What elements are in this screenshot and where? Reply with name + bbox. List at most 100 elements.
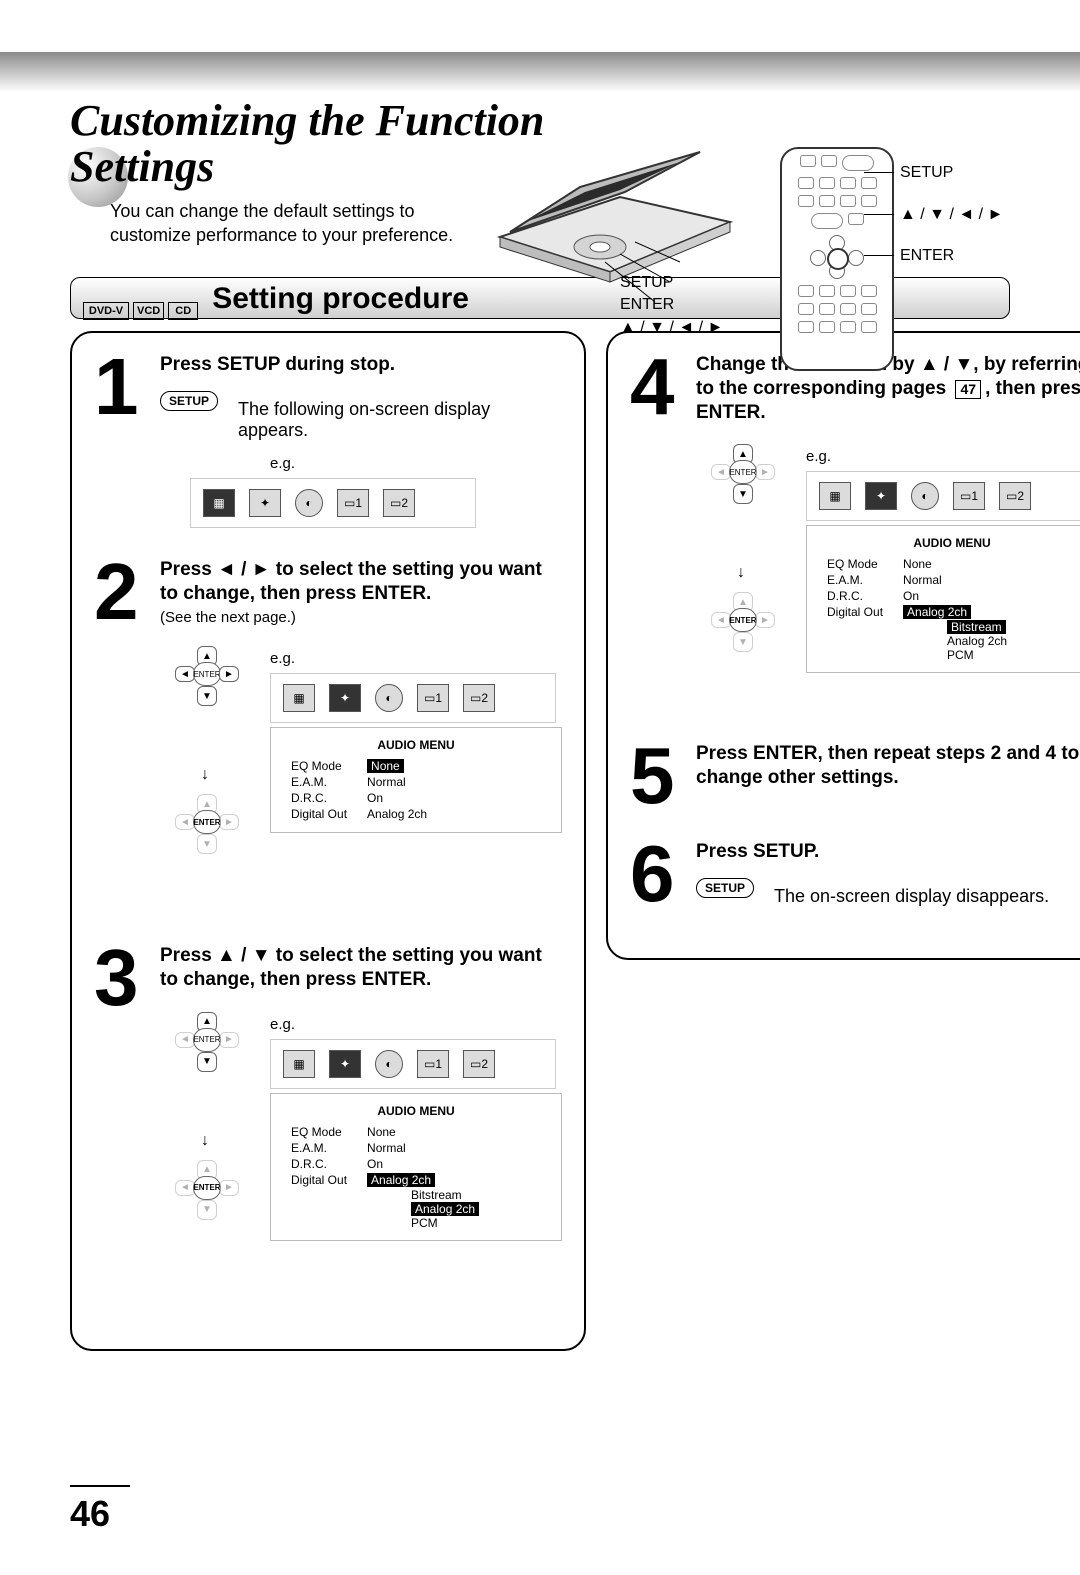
device-label-setup: SETUP bbox=[620, 272, 723, 294]
menu-icon: ▦ bbox=[203, 489, 235, 517]
step-6-number: 6 bbox=[630, 840, 684, 908]
intro-text: You can change the default settings to c… bbox=[110, 200, 490, 247]
arrow-down-icon bbox=[160, 766, 250, 784]
page-title: Customizing the Function Settings bbox=[70, 98, 1010, 190]
menu-key: E.A.M. bbox=[281, 774, 357, 790]
menu-icon: ▭2 bbox=[463, 684, 495, 712]
step-4-eg: e.g. bbox=[806, 448, 1080, 465]
menu-icon: ▭1 bbox=[337, 489, 369, 517]
page-reference: 47 bbox=[955, 380, 981, 400]
nav-cross-icon: ▲◄ ENTER ►▼ bbox=[165, 646, 245, 756]
menu-value-selected: None bbox=[367, 759, 404, 773]
device-label-arrows: ▲ / ▼ / ◄ / ► bbox=[620, 317, 723, 339]
menu-value: None bbox=[893, 556, 981, 572]
menu-icon: ▭2 bbox=[383, 489, 415, 517]
menu-value: Normal bbox=[357, 774, 437, 790]
remote-label-arrows: ▲ / ▼ / ◄ / ► bbox=[900, 194, 1003, 236]
title-line1: Customizing the Function bbox=[70, 96, 544, 145]
device-callouts: SETUP ENTER ▲ / ▼ / ◄ / ► bbox=[620, 272, 723, 339]
step-3-instruction: Press ▲ / ▼ to select the setting you wa… bbox=[160, 944, 562, 992]
menu-value: On bbox=[357, 1156, 445, 1172]
badge-cd: CD bbox=[168, 302, 198, 320]
menu-icon: ▦ bbox=[283, 1050, 315, 1078]
menu-value: On bbox=[893, 588, 981, 604]
steps-right-column: 4 Change the selection by ▲ / ▼, by refe… bbox=[606, 331, 1080, 960]
menu-icon: ✦ bbox=[249, 489, 281, 517]
menu-icon: ▭1 bbox=[953, 482, 985, 510]
nav-cross-enter-icon: ▲◄ ENTER ►▼ bbox=[165, 794, 245, 904]
sub-option-selected: Analog 2ch bbox=[411, 1202, 479, 1216]
sub-option-selected: Bitstream bbox=[947, 620, 1006, 634]
menu-value: Analog 2ch bbox=[357, 806, 437, 822]
step-3-eg: e.g. bbox=[270, 1016, 562, 1033]
menu-key: D.R.C. bbox=[817, 588, 893, 604]
step-5-instruction: Press ENTER, then repeat steps 2 and 4 t… bbox=[696, 742, 1080, 790]
steps-left-column: 1 Press SETUP during stop. SETUP The fol… bbox=[70, 331, 586, 1351]
menu-key: Digital Out bbox=[817, 604, 893, 620]
page-number: 46 bbox=[70, 1485, 130, 1535]
setup-button-icon: SETUP bbox=[160, 391, 218, 411]
menu-key: D.R.C. bbox=[281, 1156, 357, 1172]
step-1: 1 Press SETUP during stop. SETUP The fol… bbox=[94, 353, 562, 528]
step-2-instruction: Press ◄ / ► to select the setting you wa… bbox=[160, 558, 562, 606]
step-6: 6 Press SETUP. SETUP The on-screen displ… bbox=[630, 840, 1080, 908]
menu-icon: ▦ bbox=[283, 684, 315, 712]
badge-vcd: VCD bbox=[133, 302, 164, 320]
step-3-menu-icons: ▦ ✦ ◐ ▭1 ▭2 bbox=[270, 1039, 556, 1089]
step-3: 3 Press ▲ / ▼ to select the setting you … bbox=[94, 944, 562, 1280]
menu-icon: ✦ bbox=[329, 1050, 361, 1078]
step-2-audio-menu: AUDIO MENU EQ ModeNone E.A.M.Normal D.R.… bbox=[270, 727, 562, 833]
menu-icon: ✦ bbox=[865, 482, 897, 510]
menu-key: E.A.M. bbox=[817, 572, 893, 588]
step-4: 4 Change the selection by ▲ / ▼, by refe… bbox=[630, 353, 1080, 712]
step-2: 2 Press ◄ / ► to select the setting you … bbox=[94, 558, 562, 915]
step-2-menu-icons: ▦ ✦ ◐ ▭1 ▭2 bbox=[270, 673, 556, 723]
menu-key: EQ Mode bbox=[281, 1124, 357, 1140]
device-label-enter: ENTER bbox=[620, 294, 723, 316]
step-1-menu-icons: ▦ ✦ ◐ ▭1 ▭2 bbox=[190, 478, 476, 528]
sub-option: PCM bbox=[411, 1216, 551, 1230]
menu-value: Normal bbox=[893, 572, 981, 588]
arrow-down-icon bbox=[696, 564, 786, 582]
sub-option: Analog 2ch bbox=[947, 634, 1080, 648]
menu-value-selected: Analog 2ch bbox=[367, 1173, 435, 1187]
menu-key: Digital Out bbox=[281, 806, 357, 822]
step-2-note: (See the next page.) bbox=[160, 609, 562, 626]
disc-badges: DVD-V VCD CD bbox=[83, 302, 198, 320]
top-gradient bbox=[0, 52, 1080, 92]
menu-value: On bbox=[357, 790, 437, 806]
step-3-number: 3 bbox=[94, 944, 148, 1280]
enter-key-icon: ENTER bbox=[193, 810, 221, 834]
menu-icon: ▭2 bbox=[463, 1050, 495, 1078]
menu-icon: ▭1 bbox=[417, 1050, 449, 1078]
menu-icon: ◐ bbox=[295, 489, 323, 517]
audio-menu-title: AUDIO MENU bbox=[281, 738, 551, 752]
menu-icon: ▭2 bbox=[999, 482, 1031, 510]
step-6-instruction: Press SETUP. bbox=[696, 840, 1080, 864]
step-1-instruction: Press SETUP during stop. bbox=[160, 353, 562, 377]
step-4-audio-menu: AUDIO MENU EQ ModeNone E.A.M.Normal D.R.… bbox=[806, 525, 1080, 673]
badge-dvd: DVD-V bbox=[83, 302, 129, 320]
step-3-audio-menu: AUDIO MENU EQ ModeNone E.A.M.Normal D.R.… bbox=[270, 1093, 562, 1241]
step-6-text: The on-screen display disappears. bbox=[774, 886, 1049, 907]
menu-key: Digital Out bbox=[281, 1172, 357, 1188]
nav-cross-icon: ▲◄ ENTER ►▼ bbox=[701, 444, 781, 554]
nav-cross-enter-icon: ▲◄ ENTER ►▼ bbox=[701, 592, 781, 702]
step-1-text: The following on-screen display appears. bbox=[238, 399, 562, 441]
nav-cross-icon: ▲◄ ENTER ►▼ bbox=[165, 1012, 245, 1122]
enter-key-icon: ENTER bbox=[729, 460, 757, 484]
step-5: 5 Press ENTER, then repeat steps 2 and 4… bbox=[630, 742, 1080, 810]
title-line2: Settings bbox=[70, 142, 214, 191]
step-2-number: 2 bbox=[94, 558, 148, 915]
sub-option: Bitstream bbox=[411, 1188, 551, 1202]
menu-key: EQ Mode bbox=[817, 556, 893, 572]
menu-icon: ◐ bbox=[911, 482, 939, 510]
menu-key: D.R.C. bbox=[281, 790, 357, 806]
sub-option: PCM bbox=[947, 648, 1080, 662]
enter-key-icon: ENTER bbox=[193, 1176, 221, 1200]
menu-value: None bbox=[357, 1124, 445, 1140]
menu-icon: ▭1 bbox=[417, 684, 449, 712]
setup-button-icon: SETUP bbox=[696, 878, 754, 898]
step-4-menu-icons: ▦ ✦ ◐ ▭1 ▭2 bbox=[806, 471, 1080, 521]
menu-icon: ✦ bbox=[329, 684, 361, 712]
